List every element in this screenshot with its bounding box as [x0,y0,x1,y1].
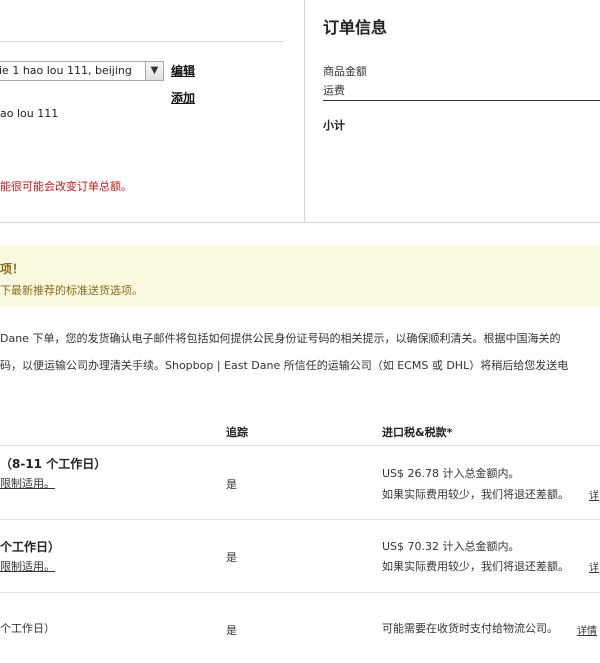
customs-info-line-1: Dane 下单，您的发货确认电子邮件将包括如何提供公民身份证号码的相关提示，以确… [0,332,561,345]
details-link[interactable]: 详情 [577,622,597,637]
shipping-option-name: （8-11 个工作日） [0,457,107,471]
tracking-value: 是 [226,624,237,637]
tax-refund-note: 如果实际费用较少，我们将退还差额。 [382,488,569,501]
restrictions-link[interactable]: 限制适用。 [0,475,55,491]
address-select[interactable]: ie 1 hao lou 111, beijing [0,61,151,81]
add-address-link[interactable]: 添加 [171,89,195,106]
order-info-title: 订单信息 [323,18,388,37]
notice-text: 下最新推荐的标准送货选项。 [0,284,143,297]
subtotal-label: 小计 [323,119,345,132]
row-divider [0,592,600,593]
tracking-value: 是 [226,551,237,564]
tax-refund-note: 如果实际费用较少，我们将退还差额。 [382,560,569,573]
shipping-option-name: 个工作日） [0,622,55,635]
edit-address-link[interactable]: 编辑 [171,62,195,79]
restrictions-link[interactable]: 限制适用。 [0,558,55,574]
customs-info-line-2: 码，以便运输公司办理清关手续。Shopbop | East Dane 所信任的运… [0,359,569,372]
details-link[interactable]: 详 [589,487,599,502]
header-tracking: 追踪 [226,426,248,439]
address-line: ao lou 111 [0,107,59,120]
shipping-label: 运费 [323,84,345,97]
goods-amount-label: 商品金额 [323,65,367,78]
details-link[interactable]: 详 [589,559,599,574]
order-divider [323,100,600,101]
tax-note: 可能需要在收货时支付给物流公司。 [382,622,558,635]
divider [0,41,284,42]
header-tax: 进口税&税款* [382,426,453,439]
chevron-down-icon[interactable]: ▼ [145,61,164,81]
total-change-warning: 能很可能会改变订单总额。 [0,180,132,193]
row-divider [0,519,600,520]
tracking-value: 是 [226,478,237,491]
table-header-divider [0,445,600,446]
notice-title: 项！ [0,262,25,276]
shipping-option-name: 个工作日） [0,540,61,554]
tax-amount: US$ 26.78 计入总金额内。 [382,467,520,480]
tax-amount: US$ 70.32 计入总金额内。 [382,540,520,553]
section-divider [0,222,600,223]
